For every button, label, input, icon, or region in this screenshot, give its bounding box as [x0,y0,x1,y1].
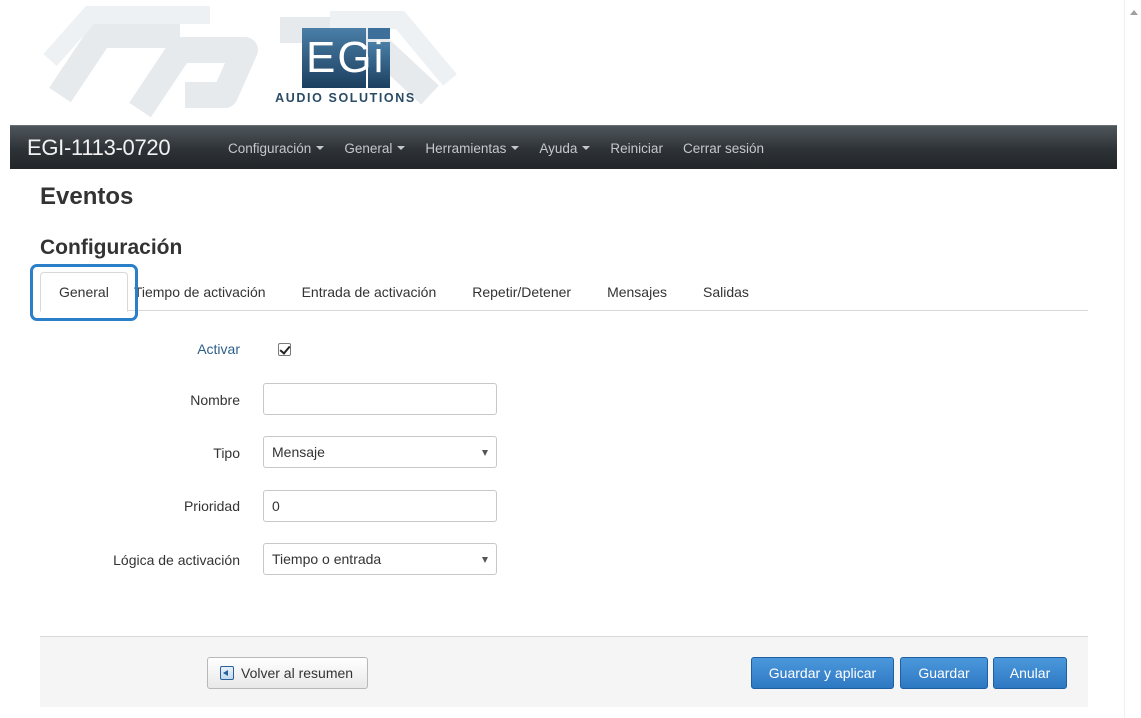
page-title: Eventos [40,183,134,210]
cancel-button[interactable]: Anular [993,657,1067,689]
navbar: EGI-1113-0720 Configuración General Herr… [10,125,1117,169]
nav-item-herramientas[interactable]: Herramientas [415,126,529,170]
section-title: Configuración [40,236,183,259]
back-to-summary-button[interactable]: Volver al resumen [207,657,369,689]
activar-label: Activar [197,341,240,357]
prioridad-label: Prioridad [183,498,240,514]
device-name[interactable]: EGI-1113-0720 [27,135,171,161]
tab-mensajes[interactable]: Mensajes [589,272,685,311]
nav-item-label: Reiniciar [610,140,663,156]
caret-down-icon [582,146,591,150]
nav-item-label: Ayuda [539,140,578,156]
nombre-label: Nombre [190,392,240,408]
save-button[interactable]: Guardar [900,657,988,689]
egi-logo-letters: EGi [306,33,386,82]
activar-checkbox[interactable] [278,343,291,356]
logica-selected-value: Tiempo o entrada [272,551,382,567]
tab-tiempo-de-activacion[interactable]: Tiempo de activación [128,272,284,311]
tipo-selected-value: Mensaje [272,444,325,460]
dropdown-arrow-icon [482,450,488,456]
tab-bar: General Tiempo de activación Entrada de … [40,272,1088,312]
nav-item-label: Configuración [228,140,312,156]
egi-logo[interactable]: EGi AUDIO SOLUTIONS [258,23,433,105]
nav-menu: Configuración General Herramientas Ayuda… [218,126,774,170]
tab-repetir-detener[interactable]: Repetir/Detener [454,272,589,311]
save-and-apply-button[interactable]: Guardar y aplicar [751,657,894,689]
caret-down-icon [397,146,406,150]
nav-item-label: Herramientas [425,140,507,156]
dropdown-arrow-icon [482,557,488,563]
scroll-up-arrow-icon[interactable] [1130,10,1138,15]
prioridad-input[interactable]: 0 [263,490,497,522]
tab-entrada-de-activacion[interactable]: Entrada de activación [284,272,455,311]
form-actions: Volver al resumen Guardar y aplicar Guar… [40,636,1088,707]
tab-general[interactable]: General [40,272,128,312]
back-button-label: Volver al resumen [241,665,354,681]
caret-down-icon [316,146,325,150]
nav-item-general[interactable]: General [334,126,415,170]
nav-item-label: General [344,140,393,156]
nav-item-ayuda[interactable]: Ayuda [529,126,600,170]
nav-item-reiniciar[interactable]: Reiniciar [600,126,673,170]
header: EGi AUDIO SOLUTIONS [0,0,1117,125]
tipo-select[interactable]: Mensaje [263,436,497,468]
nav-item-label: Cerrar sesión [682,140,764,156]
logica-select[interactable]: Tiempo o entrada [263,543,497,575]
caret-down-icon [511,146,520,150]
logo-subtitle: AUDIO SOLUTIONS [275,91,416,105]
nav-item-configuracion[interactable]: Configuración [218,126,334,170]
tipo-label: Tipo [213,445,240,461]
back-arrow-icon [220,666,234,680]
nombre-input[interactable] [263,383,497,415]
nav-item-cerrar-sesion[interactable]: Cerrar sesión [673,126,774,170]
tab-salidas[interactable]: Salidas [685,272,767,311]
logica-label: Lógica de activación [113,552,240,568]
vertical-scrollbar[interactable] [1124,0,1141,718]
